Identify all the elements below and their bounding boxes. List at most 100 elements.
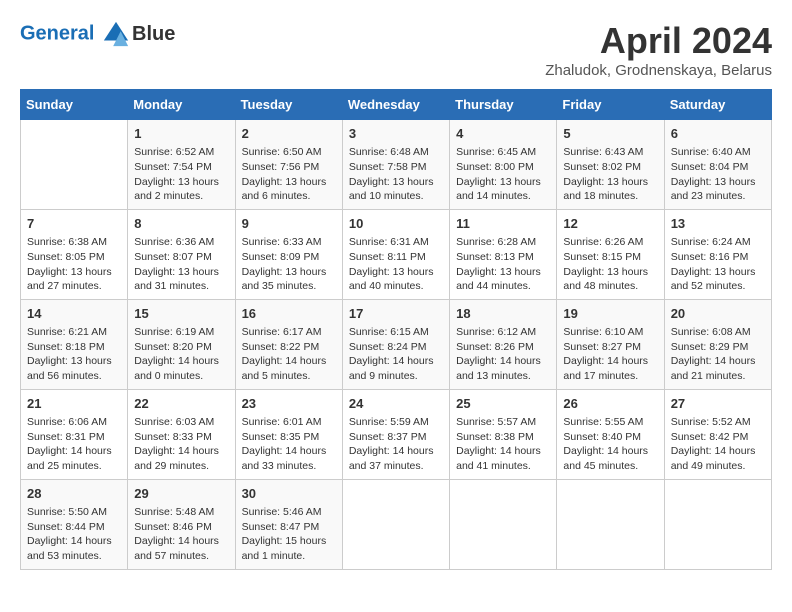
calendar-cell: 22Sunrise: 6:03 AMSunset: 8:33 PMDayligh… [128, 389, 235, 479]
calendar-cell [21, 120, 128, 210]
day-number: 18 [456, 305, 550, 323]
day-info: Sunrise: 6:17 AMSunset: 8:22 PMDaylight:… [242, 325, 336, 384]
calendar-cell: 3 Sunrise: 6:48 AMSunset: 7:58 PMDaylight… [342, 120, 449, 210]
day-number: 29 [134, 485, 228, 503]
calendar-cell: 17 Sunrise: 6:15 AMSunset: 8:24 PMDayligh… [342, 299, 449, 389]
day-number: 24 [349, 395, 443, 413]
day-number: 4 [456, 125, 550, 143]
calendar-cell: 26Sunrise: 5:55 AMSunset: 8:40 PMDayligh… [557, 389, 664, 479]
calendar-cell: 29 Sunrise: 5:48 AMSunset: 8:46 PMDayligh… [128, 479, 235, 569]
calendar-cell: 25 Sunrise: 5:57 AMSunset: 8:38 PMDayligh… [450, 389, 557, 479]
day-info: Sunrise: 6:52 AMSunset: 7:54 PMDaylight:… [134, 145, 228, 204]
logo-text-blue: Blue [132, 23, 175, 46]
day-info: Sunrise: 6:50 AMSunset: 7:56 PMDaylight:… [242, 145, 336, 204]
day-info: Sunrise: 6:10 AMSunset: 8:27 PMDaylight:… [563, 325, 657, 384]
header-friday: Friday [557, 90, 664, 120]
calendar-cell: 13 Sunrise: 6:24 AMSunset: 8:16 PMDayligh… [664, 209, 771, 299]
calendar-cell: 2 Sunrise: 6:50 AMSunset: 7:56 PMDaylight… [235, 120, 342, 210]
day-info: Sunrise: 6:48 AMSunset: 7:58 PMDaylight:… [349, 145, 443, 204]
day-number: 3 [349, 125, 443, 143]
calendar-cell: 6 Sunrise: 6:40 AMSunset: 8:04 PMDaylight… [664, 120, 771, 210]
header-tuesday: Tuesday [235, 90, 342, 120]
day-number: 5 [563, 125, 657, 143]
day-number: 10 [349, 215, 443, 233]
day-number: 23 [242, 395, 336, 413]
day-info: Sunrise: 5:50 AMSunset: 8:44 PMDaylight:… [27, 505, 121, 564]
day-number: 14 [27, 305, 121, 323]
calendar-cell: 5 Sunrise: 6:43 AMSunset: 8:02 PMDaylight… [557, 120, 664, 210]
day-info: Sunrise: 6:36 AMSunset: 8:07 PMDaylight:… [134, 235, 228, 294]
calendar-week-row: 28 Sunrise: 5:50 AMSunset: 8:44 PMDayligh… [21, 479, 772, 569]
header-wednesday: Wednesday [342, 90, 449, 120]
logo-icon [102, 20, 130, 48]
day-info: Sunrise: 6:01 AMSunset: 8:35 PMDaylight:… [242, 415, 336, 474]
calendar-table: SundayMondayTuesdayWednesdayThursdayFrid… [20, 89, 772, 570]
day-info: Sunrise: 6:12 AMSunset: 8:26 PMDaylight:… [456, 325, 550, 384]
day-number: 13 [671, 215, 765, 233]
calendar-cell [557, 479, 664, 569]
calendar-cell: 20Sunrise: 6:08 AMSunset: 8:29 PMDayligh… [664, 299, 771, 389]
day-info: Sunrise: 6:40 AMSunset: 8:04 PMDaylight:… [671, 145, 765, 204]
day-info: Sunrise: 6:28 AMSunset: 8:13 PMDaylight:… [456, 235, 550, 294]
calendar-cell: 15 Sunrise: 6:19 AMSunset: 8:20 PMDayligh… [128, 299, 235, 389]
day-info: Sunrise: 6:38 AMSunset: 8:05 PMDaylight:… [27, 235, 121, 294]
calendar-cell: 23 Sunrise: 6:01 AMSunset: 8:35 PMDayligh… [235, 389, 342, 479]
day-number: 1 [134, 125, 228, 143]
day-number: 22 [134, 395, 228, 413]
logo-text-general: General [20, 22, 94, 44]
day-number: 21 [27, 395, 121, 413]
day-info: Sunrise: 6:21 AMSunset: 8:18 PMDaylight:… [27, 325, 121, 384]
calendar-cell: 21 Sunrise: 6:06 AMSunset: 8:31 PMDayligh… [21, 389, 128, 479]
calendar-cell: 1 Sunrise: 6:52 AMSunset: 7:54 PMDaylight… [128, 120, 235, 210]
calendar-cell: 8 Sunrise: 6:36 AMSunset: 8:07 PMDaylight… [128, 209, 235, 299]
day-info: Sunrise: 6:26 AMSunset: 8:15 PMDaylight:… [563, 235, 657, 294]
calendar-cell: 27 Sunrise: 5:52 AMSunset: 8:42 PMDayligh… [664, 389, 771, 479]
day-info: Sunrise: 6:06 AMSunset: 8:31 PMDaylight:… [27, 415, 121, 474]
header-thursday: Thursday [450, 90, 557, 120]
calendar-cell: 18 Sunrise: 6:12 AMSunset: 8:26 PMDayligh… [450, 299, 557, 389]
day-number: 28 [27, 485, 121, 503]
calendar-cell: 10Sunrise: 6:31 AMSunset: 8:11 PMDayligh… [342, 209, 449, 299]
calendar-cell: 16Sunrise: 6:17 AMSunset: 8:22 PMDayligh… [235, 299, 342, 389]
header-sunday: Sunday [21, 90, 128, 120]
day-number: 2 [242, 125, 336, 143]
calendar-cell: 9Sunrise: 6:33 AMSunset: 8:09 PMDaylight… [235, 209, 342, 299]
calendar-cell: 7 Sunrise: 6:38 AMSunset: 8:05 PMDaylight… [21, 209, 128, 299]
calendar-cell: 4 Sunrise: 6:45 AMSunset: 8:00 PMDaylight… [450, 120, 557, 210]
day-number: 15 [134, 305, 228, 323]
day-number: 19 [563, 305, 657, 323]
calendar-cell: 12 Sunrise: 6:26 AMSunset: 8:15 PMDayligh… [557, 209, 664, 299]
day-number: 17 [349, 305, 443, 323]
day-info: Sunrise: 5:52 AMSunset: 8:42 PMDaylight:… [671, 415, 765, 474]
day-info: Sunrise: 5:59 AMSunset: 8:37 PMDaylight:… [349, 415, 443, 474]
header-saturday: Saturday [664, 90, 771, 120]
day-number: 12 [563, 215, 657, 233]
day-number: 26 [563, 395, 657, 413]
month-title: April 2024 [545, 20, 772, 62]
day-number: 8 [134, 215, 228, 233]
day-number: 25 [456, 395, 550, 413]
day-info: Sunrise: 5:46 AMSunset: 8:47 PMDaylight:… [242, 505, 336, 564]
title-block: April 2024 Zhaludok, Grodnenskaya, Belar… [545, 20, 772, 79]
day-info: Sunrise: 6:24 AMSunset: 8:16 PMDaylight:… [671, 235, 765, 294]
calendar-cell: 24 Sunrise: 5:59 AMSunset: 8:37 PMDayligh… [342, 389, 449, 479]
calendar-week-row: 21 Sunrise: 6:06 AMSunset: 8:31 PMDayligh… [21, 389, 772, 479]
day-info: Sunrise: 5:48 AMSunset: 8:46 PMDaylight:… [134, 505, 228, 564]
day-number: 6 [671, 125, 765, 143]
calendar-cell [664, 479, 771, 569]
page-header: General Blue April 2024 Zhaludok, Grodne… [20, 20, 772, 79]
calendar-week-row: 7 Sunrise: 6:38 AMSunset: 8:05 PMDaylight… [21, 209, 772, 299]
calendar-header-row: SundayMondayTuesdayWednesdayThursdayFrid… [21, 90, 772, 120]
day-info: Sunrise: 6:43 AMSunset: 8:02 PMDaylight:… [563, 145, 657, 204]
day-number: 27 [671, 395, 765, 413]
day-info: Sunrise: 5:57 AMSunset: 8:38 PMDaylight:… [456, 415, 550, 474]
day-number: 11 [456, 215, 550, 233]
calendar-cell [342, 479, 449, 569]
day-info: Sunrise: 6:15 AMSunset: 8:24 PMDaylight:… [349, 325, 443, 384]
day-number: 7 [27, 215, 121, 233]
day-number: 9 [242, 215, 336, 233]
day-info: Sunrise: 6:45 AMSunset: 8:00 PMDaylight:… [456, 145, 550, 204]
calendar-cell: 14 Sunrise: 6:21 AMSunset: 8:18 PMDayligh… [21, 299, 128, 389]
calendar-cell: 28 Sunrise: 5:50 AMSunset: 8:44 PMDayligh… [21, 479, 128, 569]
day-info: Sunrise: 6:19 AMSunset: 8:20 PMDaylight:… [134, 325, 228, 384]
